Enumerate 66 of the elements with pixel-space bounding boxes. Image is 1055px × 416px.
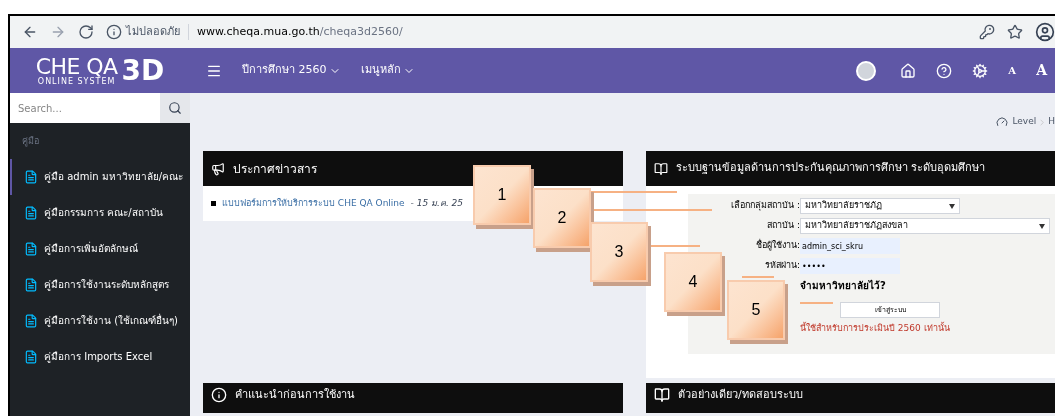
font-size-large[interactable]: A bbox=[1036, 60, 1047, 81]
breadcrumb-link[interactable]: Level bbox=[1012, 115, 1037, 129]
address-bar[interactable]: ไม่ปลอดภัย www.cheqa.mua.go.th/cheqa3d2560/ bbox=[106, 23, 967, 41]
document-icon bbox=[24, 169, 38, 184]
search-button[interactable] bbox=[160, 93, 190, 123]
dropdown-arrow-icon bbox=[1039, 223, 1045, 229]
group-select[interactable]: มหาวิทยาลัยราชภัฏ bbox=[800, 198, 960, 214]
remember-label: จำมหาวิทยาลัยไว้? bbox=[800, 278, 887, 293]
username-field[interactable]: admin_sci_skru bbox=[800, 238, 900, 254]
field-label: เลือกกลุ่มสถาบัน : bbox=[730, 199, 800, 213]
separator-icon bbox=[1040, 118, 1045, 126]
document-icon bbox=[24, 277, 38, 292]
dashboard-icon bbox=[996, 116, 1009, 128]
security-label: ไม่ปลอดภัย bbox=[126, 23, 189, 41]
note-text: นี้ใช้สำหรับการประเมินปี 2560 เท่านั้น bbox=[800, 322, 950, 335]
document-icon bbox=[24, 349, 38, 364]
settings-icon[interactable] bbox=[972, 62, 989, 79]
url-text: www.cheqa.mua.go.th/cheqa3d2560/ bbox=[196, 23, 403, 40]
logo-subtitle: ONLINE SYSTEM bbox=[37, 77, 116, 86]
panel-title: ระบบฐานข้อมูลด้านการประกันคุณภาพการศึกษา ระดับอุดมศึกษา bbox=[676, 160, 986, 177]
news-date: - 15 ม.ค. 25 bbox=[410, 196, 464, 210]
help-icon[interactable] bbox=[936, 62, 953, 79]
leader-line bbox=[800, 302, 833, 304]
document-icon bbox=[24, 313, 38, 328]
bullet-icon bbox=[211, 201, 216, 206]
search-icon bbox=[168, 101, 182, 115]
search-field[interactable]: Search... bbox=[10, 93, 160, 123]
panel-title: ประกาศข่าวสาร bbox=[233, 160, 317, 178]
profile-icon[interactable] bbox=[1035, 22, 1055, 42]
panel-title: คำแนะนำก่อนการใช้งาน bbox=[235, 387, 355, 403]
megaphone-icon bbox=[211, 161, 225, 176]
font-size-small[interactable]: A bbox=[1008, 63, 1017, 78]
key-icon[interactable] bbox=[979, 24, 995, 40]
sidebar-item[interactable]: คู่มือ admin มหาวิทยาลัย/คณะ bbox=[10, 158, 190, 195]
info-icon bbox=[106, 24, 122, 40]
book-icon bbox=[654, 387, 670, 403]
back-icon[interactable] bbox=[22, 24, 38, 40]
document-icon bbox=[24, 205, 38, 220]
info-icon bbox=[211, 387, 227, 403]
leader-line bbox=[650, 245, 700, 247]
news-link[interactable]: แบบฟอร์มการให้บริการระบบ CHE QA Online bbox=[222, 196, 405, 211]
book-icon bbox=[654, 161, 668, 176]
avatar[interactable] bbox=[856, 60, 877, 81]
document-icon bbox=[24, 241, 38, 256]
star-icon[interactable] bbox=[1007, 24, 1023, 40]
sidebar-item[interactable]: คู่มือกรรมการ คณะ/สถาบัน bbox=[10, 194, 190, 231]
logo-mark: 3D bbox=[121, 56, 165, 85]
nav-menu[interactable]: ปีการศึกษา 2560 bbox=[242, 62, 341, 79]
sidebar-item[interactable]: คู่มือการใช้งาน (ใช้เกณฑ์อื่นๆ) bbox=[10, 302, 190, 339]
leader-line bbox=[742, 276, 774, 278]
field-label: สถาบัน : bbox=[766, 219, 800, 233]
dropdown-arrow-icon bbox=[949, 203, 955, 209]
field-label: รหัสผ่าน: bbox=[763, 259, 800, 273]
sidebar-item[interactable]: คู่มือการเพิ่มอัตลักษณ์ bbox=[10, 230, 190, 267]
sidebar-item[interactable]: คู่มือการใช้งานระดับหลักสูตร bbox=[10, 266, 190, 303]
home-icon[interactable] bbox=[900, 62, 917, 79]
logo-text: CHE QA bbox=[35, 55, 118, 78]
breadcrumb-text: H bbox=[1048, 115, 1055, 129]
field-label: ชื่อผู้ใช้งาน: bbox=[754, 239, 800, 253]
nav-menu[interactable]: เมนูหลัก bbox=[360, 62, 415, 79]
institution-select[interactable]: มหาวิทยาลัยราชภัฏสงขลา bbox=[800, 218, 1050, 234]
sidebar-item[interactable]: คู่มือการ Imports Excel bbox=[10, 338, 190, 375]
sidebar-section-label: คู่มือ bbox=[21, 135, 40, 149]
panel-title: ตัวอย่างเดียว/ทดสอบระบบ bbox=[678, 387, 803, 403]
password-field[interactable]: ••••• bbox=[800, 258, 900, 274]
reload-icon[interactable] bbox=[78, 24, 94, 40]
